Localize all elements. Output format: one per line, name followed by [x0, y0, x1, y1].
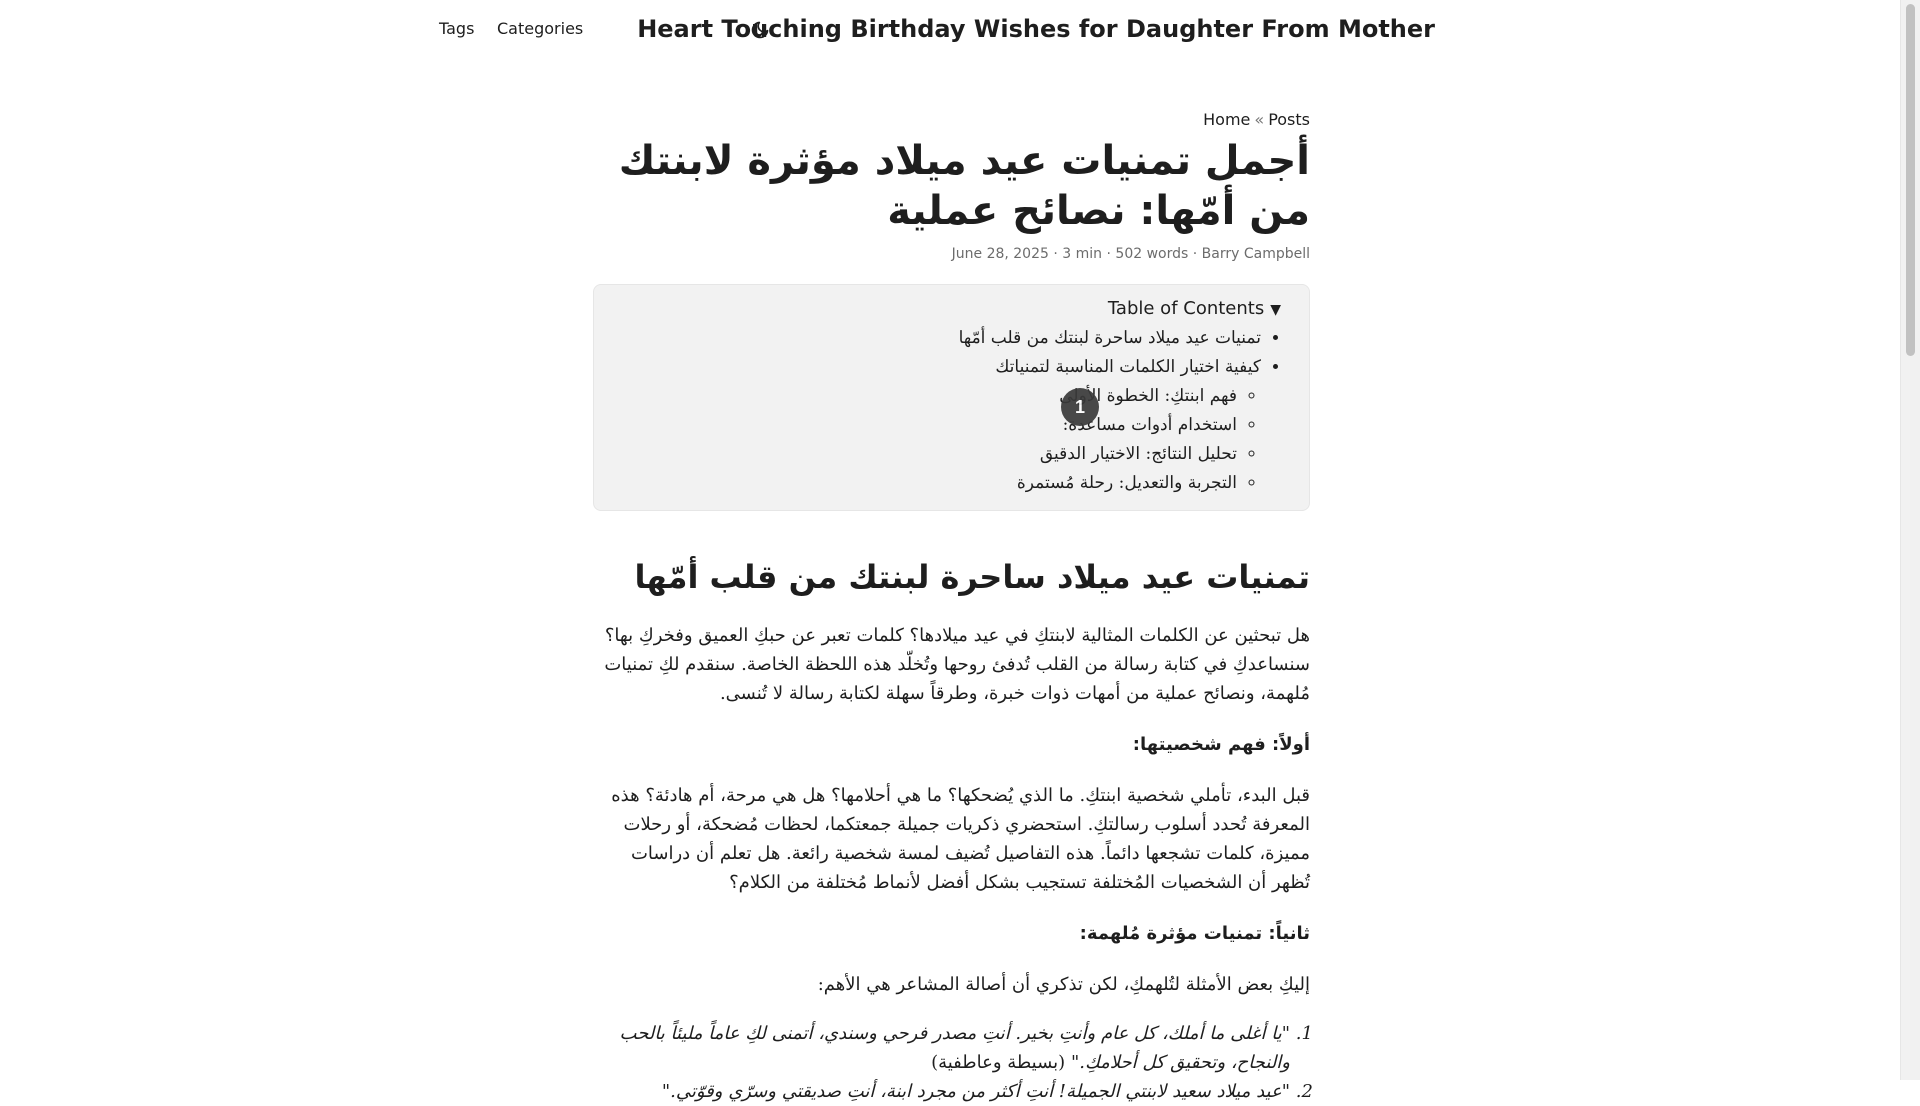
- post-meta: June 28, 2025 · 3 min · 502 words · Barr…: [593, 244, 1310, 264]
- toc-subitem: فهم ابنتكِ: الخطوة الأولى: [622, 382, 1237, 411]
- toc-subitem: استخدام أدوات مساعدة:: [622, 411, 1237, 440]
- page-scrollbar[interactable]: [1900, 0, 1920, 1080]
- top-navbar: Tags Categories Heart Touching Birthday …: [0, 0, 1900, 60]
- example-note: (بسيطة وعاطفية): [931, 1052, 1066, 1073]
- intro-paragraph: هل تبحثين عن الكلمات المثالية لابنتكِ في…: [604, 625, 1310, 704]
- table-of-contents: ▼ Table of Contents تمنيات عيد ميلاد ساحر…: [593, 284, 1310, 511]
- toc-link[interactable]: تمنيات عيد ميلاد ساحرة لبنتك من قلب أمّه…: [959, 328, 1261, 348]
- caret-down-icon: ▼: [1270, 302, 1281, 318]
- step-marker-badge: 1: [1061, 388, 1099, 426]
- meta-separator: ·: [1106, 246, 1111, 262]
- toc-summary-label: Table of Contents: [1107, 298, 1265, 319]
- nav-tags-link[interactable]: Tags: [439, 19, 474, 38]
- post-content: تمنيات عيد ميلاد ساحرة لبنتك من قلب أمّه…: [593, 555, 1310, 1106]
- breadcrumb-separator: «: [1254, 110, 1265, 129]
- breadcrumb-home-link[interactable]: Home: [1203, 110, 1250, 129]
- meta-separator: ·: [1192, 246, 1198, 262]
- toc-sublink[interactable]: التجربة والتعديل: رحلة مُستمرة: [1017, 473, 1237, 493]
- toc-list: تمنيات عيد ميلاد ساحرة لبنتك من قلب أمّه…: [622, 324, 1281, 498]
- site-title-link[interactable]: Heart Touching Birthday Wishes for Daugh…: [637, 15, 1435, 43]
- toc-item: تمنيات عيد ميلاد ساحرة لبنتك من قلب أمّه…: [622, 324, 1261, 353]
- post-author: Barry Campbell: [1201, 246, 1310, 262]
- toc-sublink[interactable]: تحليل النتائج: الاختيار الدقيق: [1040, 444, 1237, 464]
- section-heading: تمنيات عيد ميلاد ساحرة لبنتك من قلب أمّه…: [634, 558, 1310, 596]
- example-item: "عيد ميلاد سعيد لابنتي الجميلة! أنتِ أكث…: [593, 1077, 1290, 1106]
- post-reading-time: 3 min: [1062, 246, 1103, 262]
- post-word-count: 502 words: [1115, 246, 1189, 262]
- first-paragraph: قبل البدء، تأملي شخصية ابنتكِ. ما الذي ي…: [611, 785, 1310, 893]
- breadcrumb-posts-link[interactable]: Posts: [1268, 110, 1310, 129]
- second-paragraph: إليكِ بعض الأمثلة لتُلهمكِ، لكن تذكري أن…: [817, 974, 1310, 995]
- toc-subitem: التجربة والتعديل: رحلة مُستمرة: [622, 469, 1237, 498]
- toc-link[interactable]: كيفية اختيار الكلمات المناسبة لتمنياتك: [995, 357, 1261, 377]
- example-item: "يا أغلى ما أملك، كل عام وأنتِ بخير. أنت…: [593, 1019, 1290, 1077]
- post-main: Home «Posts أجمل تمنيات عيد ميلاد مؤثرة ل…: [593, 104, 1310, 1106]
- toc-summary-toggle[interactable]: ▼ Table of Contents: [622, 295, 1281, 324]
- toc-item: كيفية اختيار الكلمات المناسبة لتمنياتك ف…: [622, 353, 1261, 498]
- examples-list: "يا أغلى ما أملك، كل عام وأنتِ بخير. أنت…: [593, 1019, 1310, 1106]
- nav-categories-link[interactable]: Categories: [497, 19, 583, 38]
- subheading-second: ثانياً: تمنيات مؤثرة مُلهمة:: [1079, 923, 1310, 944]
- subheading-first: أولاً: فهم شخصيتها:: [1132, 734, 1310, 755]
- post-title: أجمل تمنيات عيد ميلاد مؤثرة لابنتك من أم…: [618, 138, 1310, 234]
- post-date: June 28, 2025: [951, 246, 1049, 262]
- toc-subitem: تحليل النتائج: الاختيار الدقيق: [622, 440, 1237, 469]
- scrollbar-thumb[interactable]: [1906, 4, 1915, 356]
- meta-separator: ·: [1053, 246, 1058, 262]
- example-quote: "عيد ميلاد سعيد لابنتي الجميلة! أنتِ أكث…: [661, 1081, 1290, 1102]
- breadcrumb: Home «Posts: [593, 104, 1310, 136]
- toc-sublist: فهم ابنتكِ: الخطوة الأولى استخدام أدوات …: [622, 382, 1261, 498]
